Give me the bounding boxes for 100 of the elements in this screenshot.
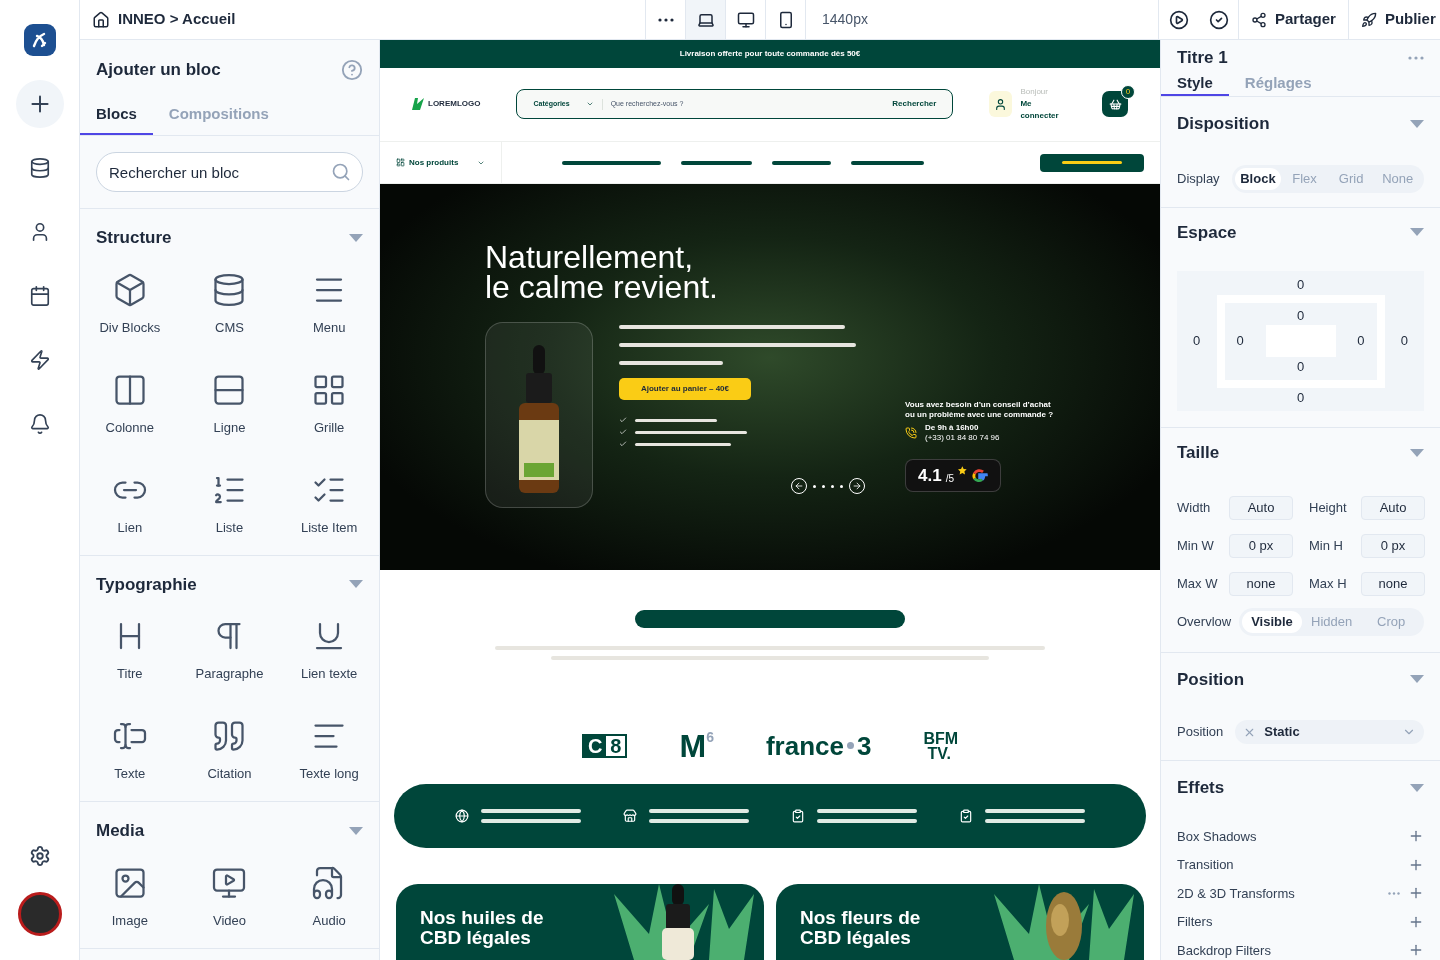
cart-count-badge: 0 [1121, 85, 1135, 100]
block-item[interactable]: Video [179, 847, 280, 948]
block-item[interactable]: Paragraphe [179, 601, 280, 701]
effect-label: Backdrop Filters [1177, 941, 1272, 960]
effect-label: Transition [1177, 856, 1235, 874]
block-item[interactable]: Menu [279, 254, 379, 355]
channel-logo: BFM TV. [923, 730, 959, 761]
section-title: Structure [96, 227, 172, 249]
block-item[interactable]: Lien [80, 454, 180, 555]
spacing-value[interactable]: 0 [1296, 305, 1305, 325]
login-link[interactable]: Me connecter [1020, 98, 1066, 123]
products-menu[interactable]: Nos produits [380, 141, 502, 184]
store-icon [623, 808, 637, 823]
tab[interactable]: Style [1161, 71, 1229, 96]
spacing-value[interactable]: 0 [1400, 331, 1408, 351]
greeting-text: Bonjour [1020, 86, 1049, 99]
more-icon[interactable] [657, 17, 674, 22]
checklist-icon [959, 808, 973, 823]
spacing-value[interactable]: 0 [1296, 357, 1305, 377]
field-label: Overvlow [1177, 612, 1232, 631]
spacing-value[interactable]: 0 [1193, 331, 1201, 351]
block-item[interactable]: Colonne [80, 354, 180, 455]
channel-logo: C 8 [581, 733, 628, 758]
field-label: Min H [1308, 536, 1344, 555]
spacing-value[interactable]: 0 [1236, 331, 1244, 351]
section-title: Disposition [1177, 113, 1270, 135]
segment-option[interactable]: Visible [1242, 610, 1302, 633]
panel-title: Ajouter un bloc [96, 59, 221, 82]
google-logo-icon [970, 466, 988, 485]
basket-icon [1108, 97, 1122, 111]
search-field[interactable]: Rechercher un bloc [96, 152, 363, 192]
category-card[interactable]: Nos fleurs de CBD légales [776, 884, 1144, 960]
rail-button[interactable] [15, 80, 64, 128]
block-item[interactable]: Citation [179, 701, 280, 801]
block-item[interactable]: Texte long [279, 701, 379, 801]
check-icon [1208, 9, 1229, 30]
segment-option[interactable]: Block [1234, 167, 1282, 190]
element-title: Titre 1 [1177, 47, 1228, 69]
size-input[interactable]: Auto [1229, 495, 1293, 520]
settings-icon [28, 845, 51, 867]
lightning-icon [28, 349, 51, 371]
add-to-cart-button[interactable]: Ajouter au panier – 40€ [619, 378, 751, 401]
field-label: Max W [1177, 574, 1219, 593]
effect-label: 2D & 3D Transforms [1177, 884, 1296, 903]
channel-logo: france 3 [765, 732, 872, 759]
size-input[interactable]: none [1229, 571, 1293, 596]
breadcrumb[interactable]: INNEO > Accueil [118, 8, 236, 31]
search-button[interactable]: Rechercher [892, 98, 937, 111]
position-select[interactable]: Static [1235, 720, 1424, 744]
spacing-value[interactable]: 0 [1296, 387, 1305, 407]
section-title: Position [1177, 668, 1245, 691]
share-button[interactable]: Partager [1239, 0, 1349, 39]
block-item[interactable]: Texte [80, 701, 180, 801]
play-icon [1169, 9, 1189, 30]
block-item[interactable]: Ligne [179, 354, 280, 455]
rocket-icon [1360, 11, 1377, 28]
block-item[interactable]: Audio [279, 847, 379, 948]
block-item[interactable]: Div Blocks [80, 254, 180, 355]
block-item[interactable]: Liste Item [279, 454, 379, 555]
category-card[interactable]: Nos huiles de CBD légales [396, 884, 764, 960]
block-item[interactable]: Liste [179, 454, 280, 555]
tab[interactable]: Blocs [80, 96, 153, 135]
block-item[interactable]: Image [80, 847, 180, 948]
globe-icon [455, 808, 469, 823]
user-icon [994, 97, 1008, 111]
size-input[interactable]: 0 px [1229, 533, 1293, 558]
leaf-logo-icon [412, 98, 424, 111]
field-label: Position [1177, 723, 1224, 742]
block-item[interactable]: Grille [279, 354, 379, 455]
spacing-value[interactable]: 0 [1296, 275, 1305, 295]
viewport-width: 1440px [821, 10, 869, 29]
nav-cta-button[interactable] [1040, 153, 1144, 172]
avatar[interactable] [17, 892, 62, 936]
calendar-icon [28, 285, 51, 307]
support-question: Vous avez besoin d’un conseil d’achat ou un problème avec une commande ? [905, 400, 1055, 421]
section-title: Effets [1177, 777, 1225, 799]
field-label: Height [1308, 498, 1348, 517]
grid-icon [396, 158, 405, 168]
database-icon [28, 157, 51, 179]
bell-icon [28, 413, 51, 435]
size-input[interactable]: 0 px [1361, 533, 1425, 558]
block-item[interactable]: CMS [179, 254, 280, 355]
size-input[interactable]: none [1361, 571, 1425, 596]
cart-button[interactable] [1102, 91, 1128, 118]
app-logo[interactable] [23, 24, 56, 56]
size-input[interactable]: Auto [1361, 495, 1425, 520]
monitor-icon [736, 10, 755, 29]
rating-badge: 4.1 /5 [905, 459, 1001, 493]
section-title: Media [96, 820, 145, 842]
device-button[interactable] [686, 0, 726, 39]
site-logo-text: LOREMLOGO [428, 98, 481, 111]
spacing-value[interactable]: 0 [1357, 331, 1365, 351]
field-label: Min W [1177, 536, 1215, 555]
effect-label: Box Shadows [1177, 827, 1258, 846]
placeholder-bar [681, 160, 752, 165]
field-label: Max H [1308, 574, 1348, 593]
block-item[interactable]: Titre [80, 601, 180, 701]
account-icon-box[interactable] [989, 91, 1013, 118]
publish-button[interactable]: Publier [1348, 0, 1440, 39]
block-item[interactable]: Lien texte [279, 601, 379, 701]
